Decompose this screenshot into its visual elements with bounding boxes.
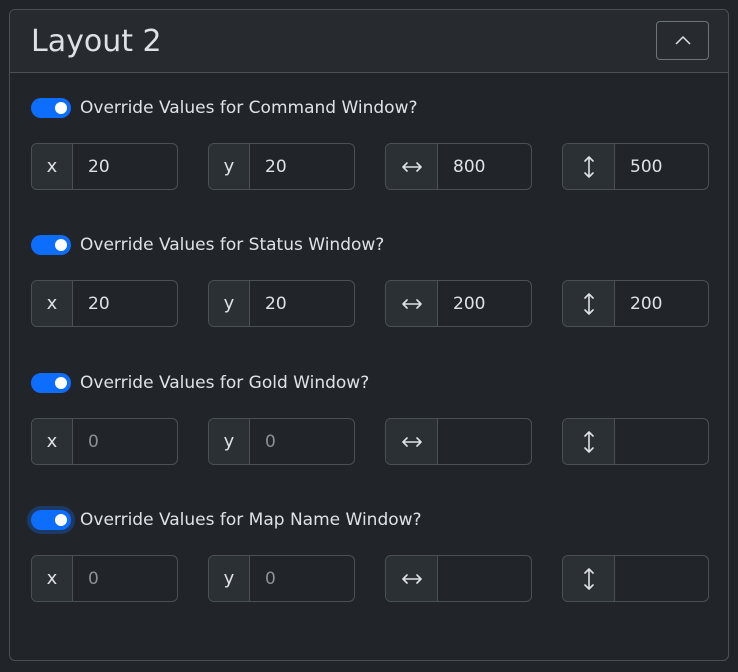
override-toggle-row: Override Values for Map Name Window? [31,508,709,530]
y-input[interactable] [250,144,354,189]
height-input[interactable] [615,419,708,464]
switch-knob [55,377,67,389]
section-map-name-window: Override Values for Map Name Window? x y [31,508,709,618]
x-input[interactable] [73,419,177,464]
override-toggle-row: Override Values for Status Window? [31,233,709,255]
x-input[interactable] [73,144,177,189]
horizontal-arrows-icon [386,556,438,601]
override-status-window-label: Override Values for Status Window? [80,235,385,255]
x-input-group: x [31,418,178,465]
section-gold-window: Override Values for Gold Window? x y [31,371,709,481]
horizontal-arrows-icon [386,281,438,326]
section-status-window: Override Values for Status Window? x y [31,233,709,343]
width-input[interactable] [438,144,531,189]
y-input-group: y [208,280,355,327]
switch-knob [55,514,67,526]
vertical-arrows-icon [563,419,615,464]
override-gold-window-switch[interactable] [31,373,71,393]
override-command-window-switch[interactable] [31,98,71,118]
width-input-group [385,143,532,190]
chevron-up-icon [675,35,691,45]
width-input-group [385,280,532,327]
height-input[interactable] [615,281,708,326]
x-input-group: x [31,143,178,190]
y-prefix: y [209,281,250,326]
height-input[interactable] [615,144,708,189]
switch-knob [55,102,67,114]
y-input-group: y [208,555,355,602]
panel-header: Layout 2 [10,10,728,73]
height-input[interactable] [615,556,708,601]
y-input[interactable] [250,281,354,326]
x-prefix: x [32,281,73,326]
override-toggle-row: Override Values for Gold Window? [31,371,709,393]
x-prefix: x [32,556,73,601]
section-command-window: Override Values for Command Window? x y [31,96,709,206]
collapse-button[interactable] [656,21,709,60]
horizontal-arrows-icon [386,419,438,464]
x-input[interactable] [73,281,177,326]
override-gold-window-label: Override Values for Gold Window? [80,373,370,393]
override-toggle-row: Override Values for Command Window? [31,96,709,118]
width-input-group [385,418,532,465]
override-map-name-window-switch[interactable] [31,510,71,530]
y-input[interactable] [250,556,354,601]
x-input[interactable] [73,556,177,601]
y-input[interactable] [250,419,354,464]
width-input[interactable] [438,419,531,464]
override-status-window-switch[interactable] [31,235,71,255]
width-input-group [385,555,532,602]
height-input-group [562,143,709,190]
override-command-window-label: Override Values for Command Window? [80,98,418,118]
x-input-group: x [31,280,178,327]
y-input-group: y [208,418,355,465]
width-input[interactable] [438,281,531,326]
height-input-group [562,555,709,602]
vertical-arrows-icon [563,144,615,189]
x-input-group: x [31,555,178,602]
y-prefix: y [209,419,250,464]
panel-title: Layout 2 [31,24,162,59]
override-map-name-window-label: Override Values for Map Name Window? [80,510,422,530]
height-input-group [562,280,709,327]
height-input-group [562,418,709,465]
x-prefix: x [32,144,73,189]
horizontal-arrows-icon [386,144,438,189]
vertical-arrows-icon [563,281,615,326]
x-prefix: x [32,419,73,464]
width-input[interactable] [438,556,531,601]
layout-panel: Layout 2 Override Values for Command Win… [9,9,729,661]
y-prefix: y [209,556,250,601]
y-prefix: y [209,144,250,189]
switch-knob [55,239,67,251]
y-input-group: y [208,143,355,190]
vertical-arrows-icon [563,556,615,601]
